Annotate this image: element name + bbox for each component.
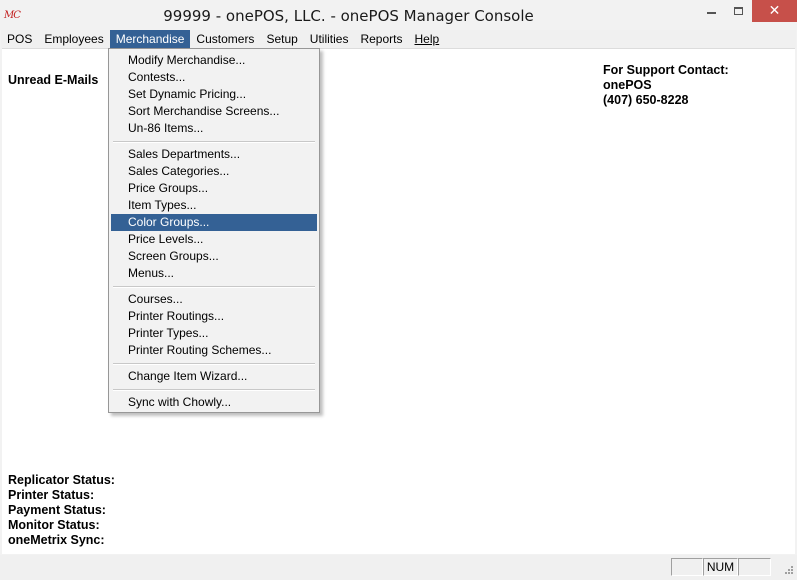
menu-setup[interactable]: Setup — [260, 30, 303, 48]
menu-item-printer-routing-schemes[interactable]: Printer Routing Schemes... — [111, 342, 317, 359]
maximize-icon — [734, 7, 743, 15]
menu-help[interactable]: Help — [409, 30, 446, 48]
menu-reports[interactable]: Reports — [354, 30, 408, 48]
window-title: 99999 - onePOS, LLC. - onePOS Manager Co… — [163, 7, 534, 25]
title-bar[interactable]: MC 99999 - onePOS, LLC. - onePOS Manager… — [0, 0, 797, 31]
menu-item-modify-merchandise[interactable]: Modify Merchandise... — [111, 52, 317, 69]
replicator-status-label: Replicator Status: — [8, 473, 115, 487]
unread-emails-label: Unread E-Mails — [8, 73, 99, 87]
status-pane-left — [671, 558, 703, 576]
menu-item-item-types[interactable]: Item Types... — [111, 197, 317, 214]
menu-employees[interactable]: Employees — [38, 30, 109, 48]
printer-status-label: Printer Status: — [8, 488, 95, 502]
menu-item-printer-types[interactable]: Printer Types... — [111, 325, 317, 342]
menu-item-price-groups[interactable]: Price Groups... — [111, 180, 317, 197]
menu-item-change-item-wizard[interactable]: Change Item Wizard... — [111, 368, 317, 385]
monitor-status-label: Monitor Status: — [8, 518, 100, 532]
menu-item-sort-merchandise-screens[interactable]: Sort Merchandise Screens... — [111, 103, 317, 120]
status-panel: Replicator Status: Printer Status: Payme… — [8, 473, 115, 548]
maximize-button[interactable] — [725, 0, 752, 22]
menu-item-sync-with-chowly[interactable]: Sync with Chowly... — [111, 394, 317, 411]
menu-item-sales-departments[interactable]: Sales Departments... — [111, 146, 317, 163]
menu-item-color-groups[interactable]: Color Groups... — [111, 214, 317, 231]
menu-item-printer-routings[interactable]: Printer Routings... — [111, 308, 317, 325]
onemetrix-sync-label: oneMetrix Sync: — [8, 533, 105, 547]
menu-item-contests[interactable]: Contests... — [111, 69, 317, 86]
close-icon: ✕ — [768, 3, 781, 19]
menu-separator — [113, 389, 315, 391]
menu-item-courses[interactable]: Courses... — [111, 291, 317, 308]
menu-separator — [113, 286, 315, 288]
close-button[interactable]: ✕ — [752, 0, 797, 22]
support-phone: (407) 650-8228 — [603, 93, 689, 107]
menu-item-set-dynamic-pricing[interactable]: Set Dynamic Pricing... — [111, 86, 317, 103]
menu-bar: POS Employees Merchandise Customers Setu… — [1, 30, 796, 48]
app-window: MC 99999 - onePOS, LLC. - onePOS Manager… — [0, 0, 797, 580]
support-contact: For Support Contact: onePOS (407) 650-82… — [603, 63, 729, 108]
merchandise-dropdown-menu: Modify Merchandise... Contests... Set Dy… — [108, 48, 320, 413]
status-bar: NUM — [0, 555, 797, 580]
status-pane-num: NUM — [703, 558, 738, 576]
menu-utilities[interactable]: Utilities — [304, 30, 355, 48]
menu-item-price-levels[interactable]: Price Levels... — [111, 231, 317, 248]
status-pane-right — [738, 558, 771, 576]
menu-item-sales-categories[interactable]: Sales Categories... — [111, 163, 317, 180]
support-company: onePOS — [603, 78, 652, 92]
support-heading: For Support Contact: — [603, 63, 729, 77]
menu-item-menus[interactable]: Menus... — [111, 265, 317, 282]
menu-separator — [113, 363, 315, 365]
resize-grip-icon[interactable] — [782, 565, 794, 577]
payment-status-label: Payment Status: — [8, 503, 106, 517]
menu-merchandise[interactable]: Merchandise — [109, 30, 191, 48]
menu-item-screen-groups[interactable]: Screen Groups... — [111, 248, 317, 265]
menu-separator — [113, 141, 315, 143]
menu-customers[interactable]: Customers — [190, 30, 260, 48]
minimize-button[interactable] — [698, 0, 725, 22]
menu-help-label: Help — [414, 32, 440, 46]
menu-pos[interactable]: POS — [1, 30, 38, 48]
minimize-icon — [707, 12, 716, 14]
menu-item-un86-items[interactable]: Un-86 Items... — [111, 120, 317, 137]
